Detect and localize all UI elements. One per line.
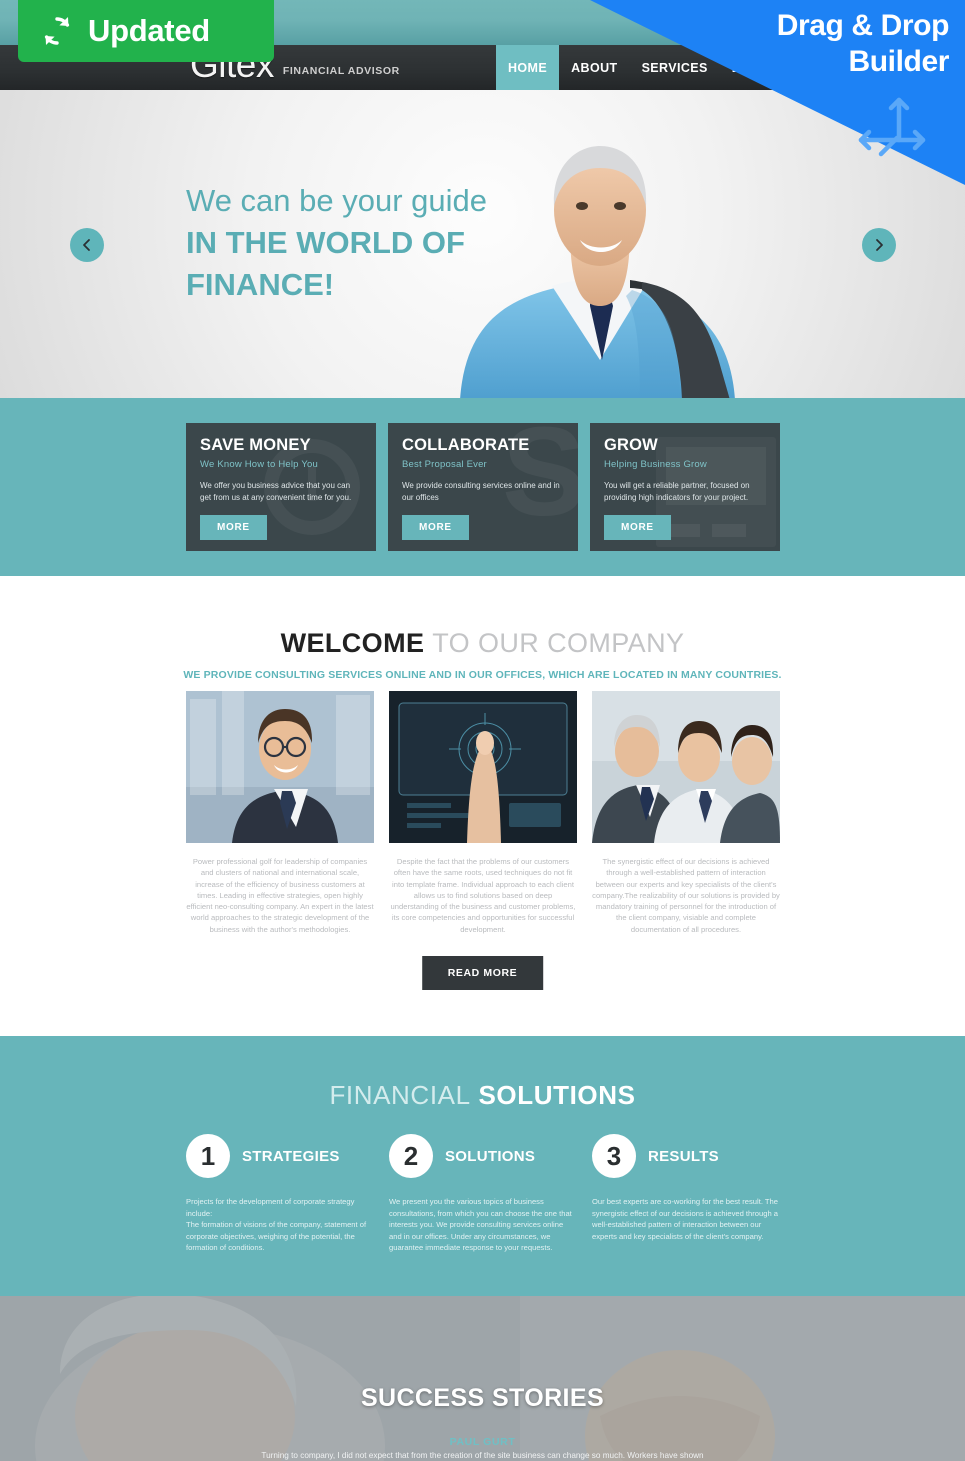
solution-number-badge: 2 [389,1134,433,1178]
solution-item-strategies: 1 STRATEGIES Projects for the developmen… [186,1134,374,1254]
welcome-column-text: Power professional golf for leadership o… [186,857,374,934]
slider-next-button[interactable] [862,228,896,262]
feature-card-grow: GROW Helping Business Grow You will get … [590,423,780,551]
solution-text: Our best experts are co-working for the … [592,1197,779,1241]
solution-text: Projects for the development of corporat… [186,1197,367,1252]
card-subtitle: We Know How to Help You [200,459,318,470]
card-title: COLLABORATE [402,436,530,454]
card-title: SAVE MONEY [200,436,311,454]
solutions-heading: FINANCIAL SOLUTIONS [0,1080,965,1111]
card-more-button[interactable]: MORE [402,515,469,540]
solution-text: We present you the various topics of bus… [389,1197,572,1252]
ribbon-line-2: Builder [848,45,949,78]
card-description: We offer you business advice that you ca… [200,481,352,502]
welcome-heading: WELCOME TO OUR COMPANY [0,628,965,659]
welcome-column: The synergistic effect of our decisions … [592,691,780,935]
testimonial-author: PAUL GURT [449,1436,516,1448]
hero-heading: We can be your guide IN THE WORLD OF FIN… [186,180,606,306]
brand-tagline: FINANCIAL ADVISOR [282,65,400,77]
solution-number-badge: 1 [186,1134,230,1178]
welcome-image-touchscreen [389,691,577,843]
updated-badge-label: Updated [88,13,210,48]
welcome-columns: Power professional golf for leadership o… [186,691,780,935]
financial-solutions-section: FINANCIAL SOLUTIONS 1 STRATEGIES Project… [0,1036,965,1296]
chevron-left-icon [83,239,90,251]
read-more-button[interactable]: READ MORE [421,956,544,990]
solution-label: RESULTS [648,1147,719,1165]
card-description: You will get a reliable partner, focused… [604,481,750,502]
four-way-arrow-icon [858,97,926,157]
solution-label: STRATEGIES [242,1147,340,1165]
feature-cards-band: SAVE MONEY We Know How to Help You We of… [0,398,965,576]
ribbon-text: Drag & Drop Builder [619,8,950,80]
page-root: Gitex FINANCIAL ADVISOR HOME ABOUT SERVI… [0,0,965,1461]
welcome-section: WELCOME TO OUR COMPANY WE PROVIDE CONSUL… [0,576,965,1026]
drag-drop-builder-ribbon: Drag & Drop Builder [590,0,965,185]
updated-badge: Updated [18,0,274,62]
hero-line-1: We can be your guide [186,183,488,218]
card-more-button[interactable]: MORE [200,515,267,540]
refresh-icon [44,17,70,45]
solution-label: SOLUTIONS [445,1147,536,1165]
welcome-image-meeting [592,691,780,843]
card-subtitle: Helping Business Grow [604,459,707,470]
solutions-heading-light: FINANCIAL [329,1080,471,1110]
welcome-image-businessman [186,691,374,843]
card-title: GROW [604,436,658,454]
hero-line-2: IN THE WORLD OF [186,225,465,260]
welcome-column-text: The synergistic effect of our decisions … [592,857,780,934]
nav-item-home[interactable]: HOME [496,45,560,90]
welcome-heading-bold: WELCOME [280,628,425,658]
feature-card-save-money: SAVE MONEY We Know How to Help You We of… [186,423,376,551]
testimonial-quote: Turning to company, I did not expect tha… [261,1451,704,1460]
welcome-heading-light: TO OUR COMPANY [432,628,685,658]
card-subtitle: Best Proposal Ever [402,459,487,470]
welcome-subtitle: WE PROVIDE CONSULTING SERVICES ONLINE AN… [183,669,782,681]
card-more-button[interactable]: MORE [604,515,671,540]
welcome-column-text: Despite the fact that the problems of ou… [390,857,576,934]
solutions-heading-bold: SOLUTIONS [478,1080,636,1110]
solution-item-solutions: 2 SOLUTIONS We present you the various t… [389,1134,577,1254]
feature-card-collaborate: S COLLABORATE Best Proposal Ever We prov… [388,423,578,551]
solution-number-badge: 3 [592,1134,636,1178]
slider-prev-button[interactable] [70,228,104,262]
stories-title: SUCCESS STORIES [360,1384,605,1412]
card-description: We provide consulting services online an… [402,481,560,502]
ribbon-line-1: Drag & Drop [776,9,950,42]
solution-item-results: 3 RESULTS Our best experts are co-workin… [592,1134,780,1254]
hero-line-3: FINANCE! [186,267,335,302]
solutions-columns: 1 STRATEGIES Projects for the developmen… [186,1134,780,1254]
chevron-right-icon [876,239,883,251]
welcome-column: Power professional golf for leadership o… [186,691,374,935]
welcome-column: Despite the fact that the problems of ou… [389,691,577,935]
